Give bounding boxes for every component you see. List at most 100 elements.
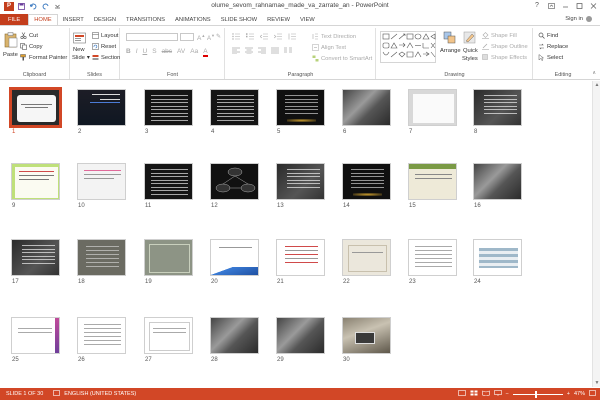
tab-file[interactable]: FILE: [0, 14, 29, 25]
columns-icon[interactable]: [284, 47, 292, 56]
select-button[interactable]: Select: [538, 53, 563, 61]
slide-sorter-view-icon[interactable]: [470, 390, 478, 398]
tab-view[interactable]: VIEW: [295, 14, 320, 25]
paste-button[interactable]: Paste: [3, 52, 18, 58]
line-spacing-icon[interactable]: [288, 33, 297, 42]
tab-design[interactable]: DESIGN: [89, 14, 121, 25]
paste-icon[interactable]: [4, 32, 18, 50]
language-indicator[interactable]: ENGLISH (UNITED STATES): [64, 391, 136, 397]
tab-slide-show[interactable]: SLIDE SHOW: [216, 14, 262, 25]
powerpoint-app-icon[interactable]: P: [4, 1, 14, 11]
fit-to-window-icon[interactable]: [589, 390, 596, 398]
slide-thumbnail-28[interactable]: [210, 317, 259, 354]
slide-thumbnail-16[interactable]: [473, 163, 522, 200]
slide-thumbnail-26[interactable]: [77, 317, 126, 354]
collapse-ribbon-icon[interactable]: ∧: [592, 70, 596, 76]
bullets-icon[interactable]: [232, 33, 241, 42]
numbering-icon[interactable]: [246, 33, 255, 42]
scroll-up-icon[interactable]: ▲: [594, 82, 600, 88]
clear-formatting-icon[interactable]: ✎: [216, 33, 221, 40]
slide-thumbnail-30[interactable]: [342, 317, 391, 354]
shape-effects-button[interactable]: Shape Effects: [482, 54, 527, 61]
section-button[interactable]: Section: [92, 54, 120, 61]
help-icon[interactable]: ?: [530, 0, 544, 11]
slide-thumbnail-15[interactable]: [408, 163, 457, 200]
find-button[interactable]: Find: [538, 32, 558, 39]
zoom-slider-thumb[interactable]: [534, 390, 537, 398]
bold-icon[interactable]: B: [126, 48, 131, 57]
slide-thumbnail-13[interactable]: [276, 163, 325, 200]
slide-thumbnail-29[interactable]: [276, 317, 325, 354]
arrange-button[interactable]: Arrange: [440, 48, 461, 54]
slide-thumbnail-17[interactable]: [11, 239, 60, 276]
redo-icon[interactable]: [41, 2, 50, 11]
spell-check-icon[interactable]: [53, 390, 61, 398]
ribbon-display-icon[interactable]: [544, 0, 558, 11]
scroll-down-icon[interactable]: ▼: [594, 380, 600, 386]
format-painter-button[interactable]: Format Painter: [20, 54, 67, 61]
shapes-gallery[interactable]: [380, 31, 436, 63]
sign-in-link[interactable]: Sign in: [565, 16, 592, 22]
shape-outline-button[interactable]: Shape Outline: [482, 43, 528, 50]
slide-thumbnail-3[interactable]: [144, 89, 193, 126]
slide-thumbnail-4[interactable]: [210, 89, 259, 126]
tab-transitions[interactable]: TRANSITIONS: [121, 14, 170, 25]
save-icon[interactable]: [17, 2, 26, 11]
align-center-icon[interactable]: [245, 47, 253, 56]
slide-thumbnail-14[interactable]: [342, 163, 391, 200]
maximize-icon[interactable]: [572, 0, 586, 11]
align-left-icon[interactable]: [232, 47, 240, 56]
replace-button[interactable]: Replace: [538, 43, 568, 50]
zoom-out-icon[interactable]: −: [506, 391, 509, 397]
vertical-scrollbar[interactable]: ▲ ▼: [592, 81, 600, 387]
new-slide-label-2[interactable]: Slide ▾: [72, 55, 90, 61]
grow-font-icon[interactable]: A▲: [197, 33, 205, 42]
quick-styles-icon[interactable]: [463, 31, 477, 47]
tab-insert[interactable]: INSERT: [58, 14, 89, 25]
undo-icon[interactable]: [29, 2, 38, 11]
cut-button[interactable]: Cut: [20, 32, 38, 40]
slide-thumbnail-1[interactable]: [9, 87, 62, 128]
slide-thumbnail-21[interactable]: [276, 239, 325, 276]
minimize-icon[interactable]: [558, 0, 572, 11]
slide-thumbnail-27[interactable]: [144, 317, 193, 354]
zoom-in-icon[interactable]: +: [567, 391, 570, 397]
font-size-box[interactable]: [180, 33, 194, 41]
slide-thumbnail-24[interactable]: [473, 239, 522, 276]
character-spacing-icon[interactable]: AV: [177, 48, 185, 57]
close-icon[interactable]: [586, 0, 600, 11]
slide-thumbnail-7[interactable]: [408, 89, 457, 126]
increase-indent-icon[interactable]: [273, 33, 283, 42]
slide-thumbnail-22[interactable]: [342, 239, 391, 276]
quick-styles-label-2[interactable]: Styles: [462, 56, 478, 62]
italic-icon[interactable]: I: [136, 48, 138, 57]
tab-review[interactable]: REVIEW: [262, 14, 295, 25]
reset-button[interactable]: Reset: [92, 43, 116, 50]
slide-thumbnail-9[interactable]: [11, 163, 60, 200]
convert-smartart-button[interactable]: Convert to SmartArt: [312, 55, 372, 62]
zoom-level[interactable]: 47%: [574, 391, 585, 397]
font-name-box[interactable]: [126, 33, 178, 41]
slide-thumbnail-5[interactable]: [276, 89, 325, 126]
tab-home[interactable]: HOME: [28, 14, 58, 25]
slide-thumbnail-25[interactable]: [11, 317, 60, 354]
slide-thumbnail-10[interactable]: [77, 163, 126, 200]
zoom-slider[interactable]: [512, 390, 563, 398]
normal-view-icon[interactable]: [457, 390, 466, 398]
strikethrough-icon[interactable]: abc: [162, 48, 172, 57]
align-right-icon[interactable]: [258, 47, 266, 56]
slide-thumbnail-8[interactable]: [473, 89, 522, 126]
slide-thumbnail-11[interactable]: [144, 163, 193, 200]
slide-thumbnail-19[interactable]: [144, 239, 193, 276]
slide-thumbnail-6[interactable]: [342, 89, 391, 126]
slide-thumbnail-20[interactable]: [210, 239, 259, 276]
slide-thumbnail-23[interactable]: [408, 239, 457, 276]
justify-icon[interactable]: [271, 47, 279, 56]
quick-styles-label-1[interactable]: Quick: [463, 48, 478, 54]
shrink-font-icon[interactable]: A▼: [207, 33, 215, 42]
tab-animations[interactable]: ANIMATIONS: [170, 14, 216, 25]
text-direction-button[interactable]: Text Direction: [312, 33, 356, 40]
new-slide-label-1[interactable]: New: [73, 47, 85, 53]
decrease-indent-icon[interactable]: [259, 33, 269, 42]
shape-fill-button[interactable]: Shape Fill: [482, 32, 517, 39]
